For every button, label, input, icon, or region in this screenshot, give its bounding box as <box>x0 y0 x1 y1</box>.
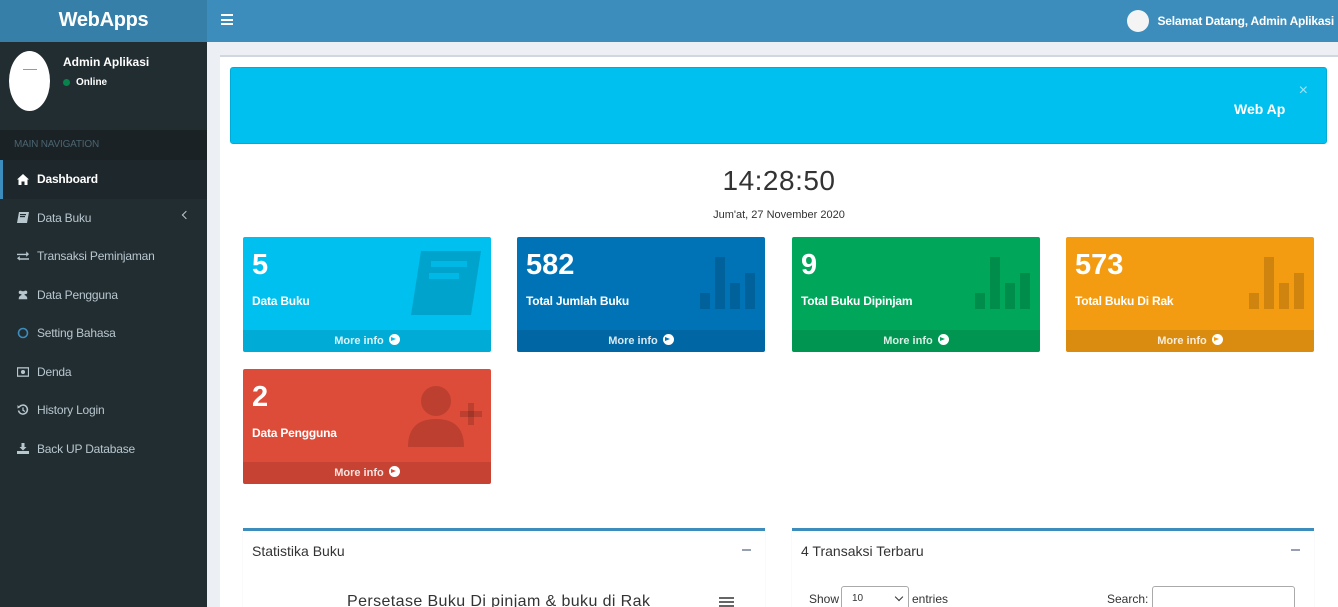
more-info-label: More info <box>334 467 384 479</box>
user-name: Admin Aplikasi <box>63 55 150 69</box>
clock-date: Jum'at, 27 November 2020 <box>713 209 845 221</box>
user-menu[interactable]: Selamat Datang, Admin Aplikasi <box>1126 9 1335 33</box>
chevron-left-icon[interactable] <box>181 210 191 219</box>
book-icon <box>411 251 481 315</box>
user-avatar-small <box>1126 10 1149 32</box>
arrow-circle-right-icon <box>662 334 674 345</box>
more-info-label: More info <box>883 335 933 347</box>
sidebar-toggle-icon[interactable] <box>221 14 233 25</box>
history-icon <box>17 404 29 416</box>
small-box-total-jumlah-buku: 582 Total Jumlah Buku More info <box>517 237 765 352</box>
sidebar-item-label: Transaksi Peminjaman <box>37 249 155 264</box>
minus-icon[interactable] <box>1291 549 1300 551</box>
panel-title: Statistika Buku <box>252 543 345 559</box>
statistika-panel: Statistika Buku Persetase Buku Di pinjam… <box>243 528 765 607</box>
arrow-circle-right-icon <box>388 466 400 477</box>
more-info-label: More info <box>608 335 658 347</box>
sidebar-item-label: Setting Bahasa <box>37 326 116 341</box>
more-info-link[interactable]: More info <box>243 462 491 484</box>
small-box-total-buku-di-rak: 573 Total Buku Di Rak More info <box>1066 237 1314 352</box>
box-value: 573 <box>1075 249 1124 281</box>
box-label: Total Jumlah Buku <box>526 294 630 308</box>
more-info-link[interactable]: More info <box>1066 330 1314 352</box>
box-value: 5 <box>252 249 269 281</box>
more-info-label: More info <box>1157 335 1207 347</box>
box-value: 9 <box>801 249 818 281</box>
download-icon <box>17 443 29 455</box>
sidebar-item-data-buku[interactable]: Data Buku <box>0 199 207 238</box>
money-icon <box>17 366 29 378</box>
small-box-total-buku-dipinjam: 9 Total Buku Dipinjam More info <box>792 237 1040 352</box>
more-info-label: More info <box>334 335 384 347</box>
circle-icon <box>17 327 29 339</box>
sidebar-item-label: Denda <box>37 364 72 379</box>
sidebar-item-label: Data Pengguna <box>37 287 118 302</box>
bar-chart-icon <box>1249 257 1304 309</box>
small-box-data-buku: 5 Data Buku More info <box>243 237 491 352</box>
small-box-data-pengguna: 2 Data Pengguna More info <box>243 369 491 484</box>
user-status: Online <box>63 77 107 88</box>
nav-header: MAIN NAVIGATION <box>0 130 207 160</box>
user-status-label: Online <box>76 77 108 88</box>
bar-chart-icon <box>975 257 1030 309</box>
more-info-link[interactable]: More info <box>517 330 765 352</box>
users-icon <box>17 289 29 301</box>
box-value: 582 <box>526 249 575 281</box>
sidebar-item-setting-bahasa[interactable]: Setting Bahasa <box>0 314 207 353</box>
sidebar-item-label: Dashboard <box>37 172 98 187</box>
more-info-link[interactable]: More info <box>243 330 491 352</box>
box-label: Data Buku <box>252 294 310 308</box>
search-label: Search: <box>1107 592 1149 606</box>
book-icon <box>17 212 29 224</box>
arrow-circle-right-icon <box>388 334 400 345</box>
user-avatar <box>9 51 50 111</box>
search-input[interactable] <box>1152 586 1295 607</box>
user-plus-icon <box>408 386 482 447</box>
sidebar-item-backup-database[interactable]: Back UP Database <box>0 430 207 469</box>
sidebar: Admin Aplikasi Online MAIN NAVIGATION Da… <box>0 42 207 607</box>
arrow-circle-right-icon <box>1211 334 1223 345</box>
exchange-icon <box>17 250 29 262</box>
bar-chart-icon <box>700 257 755 309</box>
status-dot-icon <box>63 79 70 86</box>
arrow-circle-right-icon <box>937 334 949 345</box>
user-panel: Admin Aplikasi Online <box>0 42 207 130</box>
marquee-text: Web Ap <box>1234 101 1286 117</box>
minus-icon[interactable] <box>742 549 751 551</box>
main-content: Web Ap × 14:28:50 Jum'at, 27 November 20… <box>220 55 1338 607</box>
transaksi-panel: 4 Transaksi Terbaru Show 10 entries Sear… <box>792 528 1314 607</box>
sidebar-item-label: History Login <box>37 403 105 418</box>
chart-title: Persetase Buku Di pinjam & buku di Rak <box>347 593 651 607</box>
sidebar-item-label: Back UP Database <box>37 441 135 456</box>
chart-menu-icon[interactable] <box>719 597 734 607</box>
show-label: Show <box>809 592 840 606</box>
app-logo[interactable]: WebApps <box>0 0 207 42</box>
home-icon <box>17 173 29 185</box>
top-navbar: Selamat Datang, Admin Aplikasi <box>207 0 1338 42</box>
panel-title: 4 Transaksi Terbaru <box>801 543 924 559</box>
sidebar-item-data-pengguna[interactable]: Data Pengguna <box>0 276 207 315</box>
info-callout: Web Ap × <box>230 67 1327 144</box>
sidebar-item-denda[interactable]: Denda <box>0 353 207 392</box>
box-label: Data Pengguna <box>252 426 337 440</box>
entries-label: entries <box>912 592 949 606</box>
sidebar-item-dashboard[interactable]: Dashboard <box>0 160 207 199</box>
entries-select[interactable]: 10 <box>841 586 909 607</box>
clock-time: 14:28:50 <box>722 165 836 196</box>
more-info-link[interactable]: More info <box>792 330 1040 352</box>
sidebar-item-history-login[interactable]: History Login <box>0 391 207 430</box>
close-icon[interactable]: × <box>1299 82 1308 100</box>
welcome-text: Selamat Datang, Admin Aplikasi <box>1157 14 1335 28</box>
box-label: Total Buku Dipinjam <box>801 294 913 308</box>
box-value: 2 <box>252 381 269 413</box>
sidebar-item-transaksi[interactable]: Transaksi Peminjaman <box>0 237 207 276</box>
box-label: Total Buku Di Rak <box>1075 294 1174 308</box>
sidebar-item-label: Data Buku <box>37 210 92 225</box>
